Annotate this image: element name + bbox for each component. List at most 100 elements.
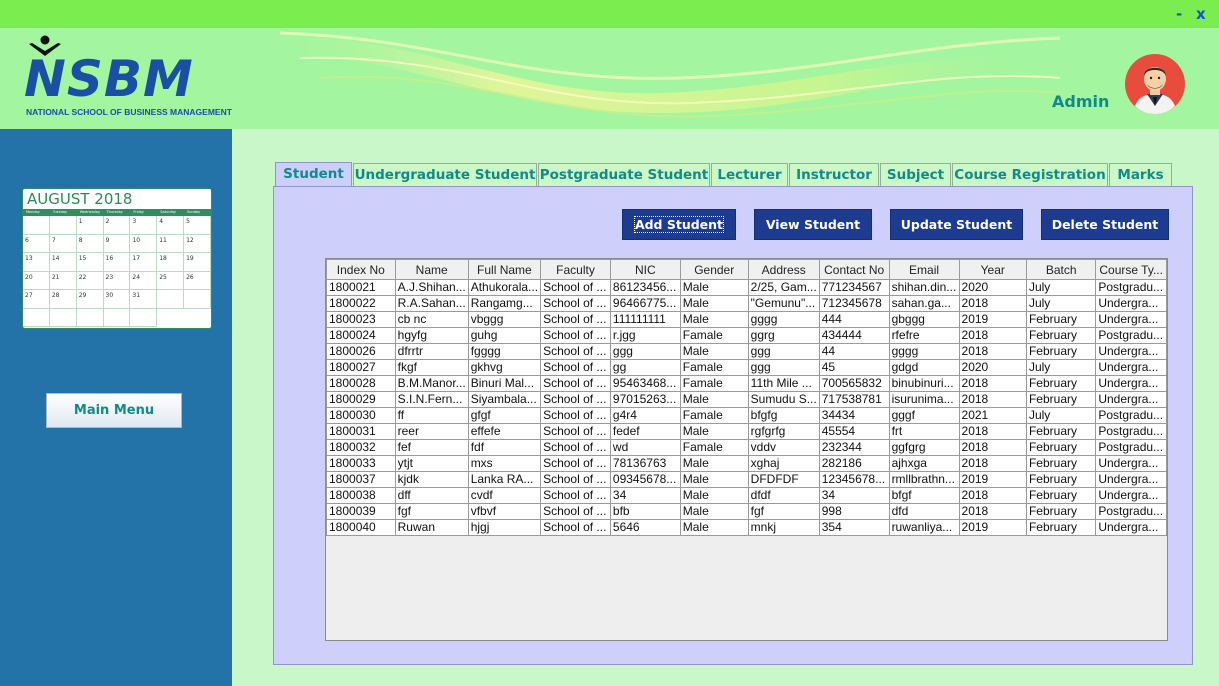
- table-cell[interactable]: 97015263...: [609, 391, 681, 408]
- table-cell[interactable]: hgyfg: [394, 327, 469, 344]
- table-cell[interactable]: February: [1025, 311, 1097, 328]
- table-cell[interactable]: 2/25, Gam...: [747, 279, 820, 296]
- table-cell[interactable]: Undergra...: [1095, 359, 1167, 376]
- table-cell[interactable]: 1800029: [326, 391, 396, 408]
- table-cell[interactable]: 712345678: [818, 295, 890, 312]
- table-cell[interactable]: Sumudu S...: [747, 391, 820, 408]
- table-cell[interactable]: 1800030: [326, 407, 396, 424]
- table-cell[interactable]: dff: [394, 487, 469, 504]
- table-cell[interactable]: Postgradu...: [1095, 423, 1167, 440]
- table-cell[interactable]: fedef: [609, 423, 681, 440]
- close-button[interactable]: x: [1196, 5, 1206, 23]
- column-header[interactable]: Contact No: [818, 259, 890, 280]
- table-row[interactable]: 1800022 R.A.Sahan... Rangamg... School of .…: [326, 295, 1167, 312]
- table-cell[interactable]: February: [1025, 471, 1097, 488]
- table-cell[interactable]: School of ...: [540, 455, 611, 472]
- tab-instructor[interactable]: Instructor: [789, 163, 879, 186]
- table-cell[interactable]: Undergra...: [1095, 471, 1167, 488]
- table-cell[interactable]: February: [1025, 327, 1097, 344]
- table-cell[interactable]: Male: [679, 503, 749, 520]
- tab-student[interactable]: Student: [275, 162, 352, 187]
- table-cell[interactable]: School of ...: [540, 311, 611, 328]
- table-row[interactable]: 1800033 ytjt mxs School of ... 78136763 Male x…: [326, 455, 1167, 472]
- table-cell[interactable]: Postgradu...: [1095, 407, 1167, 424]
- table-cell[interactable]: g4r4: [609, 407, 681, 424]
- table-cell[interactable]: 2019: [958, 471, 1027, 488]
- minimize-button[interactable]: -: [1176, 5, 1182, 23]
- table-cell[interactable]: School of ...: [540, 503, 611, 520]
- column-header[interactable]: Name: [394, 259, 469, 280]
- table-cell[interactable]: 2018: [958, 487, 1027, 504]
- table-row[interactable]: 1800024 hgyfg guhg School of ... r.jgg Famale…: [326, 327, 1167, 344]
- table-cell[interactable]: School of ...: [540, 487, 611, 504]
- table-cell[interactable]: Postgradu...: [1095, 327, 1167, 344]
- view-student-button[interactable]: View Student: [754, 209, 872, 240]
- table-cell[interactable]: ggg: [747, 359, 820, 376]
- table-row[interactable]: 1800038 dff cvdf School of ... 34 Male dfdf 34 b…: [326, 487, 1167, 504]
- table-cell[interactable]: r.jgg: [609, 327, 681, 344]
- table-cell[interactable]: fgf: [747, 503, 820, 520]
- table-cell[interactable]: mxs: [467, 455, 542, 472]
- table-cell[interactable]: School of ...: [540, 375, 611, 392]
- table-cell[interactable]: 34: [818, 487, 890, 504]
- table-cell[interactable]: Famale: [679, 439, 749, 456]
- table-cell[interactable]: 1800037: [326, 471, 396, 488]
- table-cell[interactable]: Male: [679, 343, 749, 360]
- table-cell[interactable]: gbggg: [888, 311, 960, 328]
- table-cell[interactable]: 45: [818, 359, 890, 376]
- table-cell[interactable]: 34434: [818, 407, 890, 424]
- table-cell[interactable]: Famale: [679, 359, 749, 376]
- table-cell[interactable]: frt: [888, 423, 960, 440]
- table-cell[interactable]: gfgf: [467, 407, 542, 424]
- table-cell[interactable]: Siyambala...: [467, 391, 542, 408]
- table-cell[interactable]: 1800026: [326, 343, 396, 360]
- table-cell[interactable]: 2018: [958, 503, 1027, 520]
- table-cell[interactable]: ggg: [747, 343, 820, 360]
- table-cell[interactable]: February: [1025, 503, 1097, 520]
- table-cell[interactable]: bfgfg: [747, 407, 820, 424]
- table-cell[interactable]: 2020: [958, 279, 1027, 296]
- table-cell[interactable]: 1800032: [326, 439, 396, 456]
- table-row[interactable]: 1800026 dfrrtr fgggg School of ... ggg Male gg…: [326, 343, 1167, 360]
- table-cell[interactable]: February: [1025, 439, 1097, 456]
- table-cell[interactable]: 78136763: [609, 455, 681, 472]
- table-cell[interactable]: Famale: [679, 375, 749, 392]
- column-header[interactable]: NIC: [609, 259, 681, 280]
- table-row[interactable]: 1800029 S.I.N.Fern... Siyambala... School o…: [326, 391, 1167, 408]
- add-student-button[interactable]: Add Student: [622, 209, 736, 240]
- table-cell[interactable]: S.I.N.Fern...: [394, 391, 469, 408]
- table-cell[interactable]: 2018: [958, 327, 1027, 344]
- column-header[interactable]: Year: [958, 259, 1027, 280]
- table-cell[interactable]: 5646: [609, 519, 681, 536]
- table-cell[interactable]: Undergra...: [1095, 375, 1167, 392]
- table-cell[interactable]: 12345678...: [818, 471, 890, 488]
- table-cell[interactable]: School of ...: [540, 471, 611, 488]
- table-cell[interactable]: 1800040: [326, 519, 396, 536]
- table-cell[interactable]: February: [1025, 487, 1097, 504]
- main-menu-button[interactable]: Main Menu: [46, 393, 182, 428]
- table-cell[interactable]: wd: [609, 439, 681, 456]
- table-cell[interactable]: July: [1025, 407, 1097, 424]
- table-cell[interactable]: Male: [679, 391, 749, 408]
- table-cell[interactable]: hjgj: [467, 519, 542, 536]
- table-cell[interactable]: 2018: [958, 439, 1027, 456]
- table-cell[interactable]: School of ...: [540, 343, 611, 360]
- table-cell[interactable]: 1800022: [326, 295, 396, 312]
- table-cell[interactable]: 771234567: [818, 279, 890, 296]
- table-cell[interactable]: ggg: [609, 343, 681, 360]
- table-cell[interactable]: Undergra...: [1095, 455, 1167, 472]
- table-cell[interactable]: ff: [394, 407, 469, 424]
- table-cell[interactable]: 34: [609, 487, 681, 504]
- table-cell[interactable]: cb nc: [394, 311, 469, 328]
- table-cell[interactable]: reer: [394, 423, 469, 440]
- table-cell[interactable]: fef: [394, 439, 469, 456]
- table-cell[interactable]: bfgf: [888, 487, 960, 504]
- table-cell[interactable]: Undergra...: [1095, 487, 1167, 504]
- column-header[interactable]: Course Ty...: [1095, 259, 1167, 280]
- table-cell[interactable]: Male: [679, 487, 749, 504]
- table-cell[interactable]: fkgf: [394, 359, 469, 376]
- table-cell[interactable]: guhg: [467, 327, 542, 344]
- table-cell[interactable]: 2019: [958, 311, 1027, 328]
- table-cell[interactable]: Male: [679, 311, 749, 328]
- tab-lecturer[interactable]: Lecturer: [711, 163, 788, 186]
